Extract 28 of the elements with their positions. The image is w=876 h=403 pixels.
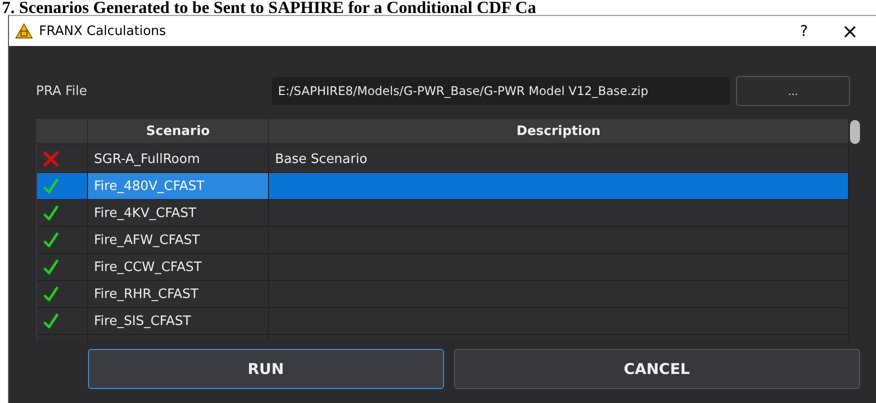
table-cell: SGR-A_FullRoom bbox=[88, 146, 269, 173]
file-path-field[interactable]: E:/SAPHIRE8/Models/G-PWR_Base/G-PWR Model V12_Base.zip bbox=[272, 77, 730, 105]
close-button[interactable]: × bbox=[830, 19, 870, 43]
checkmark-icon bbox=[43, 286, 59, 302]
column-header: Scenario bbox=[88, 119, 269, 144]
help-button[interactable]: ? bbox=[784, 22, 824, 40]
warning-icon bbox=[15, 23, 33, 39]
checkmark-icon bbox=[43, 259, 59, 275]
checkmark-icon bbox=[43, 205, 59, 221]
table-cell: Fire_SIS_CFAST bbox=[88, 308, 269, 335]
document-caption: 7. Scenarios Generated to be Sent to SAPHIRE for a Conditional CDF Ca bbox=[1, 0, 538, 15]
window-title: FRANX Calculations bbox=[39, 24, 167, 38]
table-cell: Fire_480V_CFAST bbox=[88, 173, 269, 200]
column-header: Description bbox=[269, 119, 849, 144]
checkmark-icon bbox=[43, 232, 59, 248]
browse-button[interactable]: ... bbox=[736, 76, 850, 106]
checkmark-icon bbox=[43, 313, 59, 329]
table-cell: Fire_RHR_CFAST bbox=[88, 281, 269, 308]
table-cell: Fire_4KV_CFAST bbox=[88, 200, 269, 227]
table-cell: Base Scenario bbox=[269, 146, 849, 173]
run-button[interactable]: RUN bbox=[88, 349, 444, 389]
checkmark-icon bbox=[43, 178, 59, 194]
table-cell: Fire_AFW_CFAST bbox=[88, 227, 269, 254]
cancel-button[interactable]: CANCEL bbox=[454, 349, 860, 389]
field-label: PRA File bbox=[36, 84, 88, 98]
cross-icon bbox=[43, 151, 59, 167]
scrollbar-thumb[interactable] bbox=[850, 120, 860, 144]
table-cell: Fire_CCW_CFAST bbox=[88, 254, 269, 281]
